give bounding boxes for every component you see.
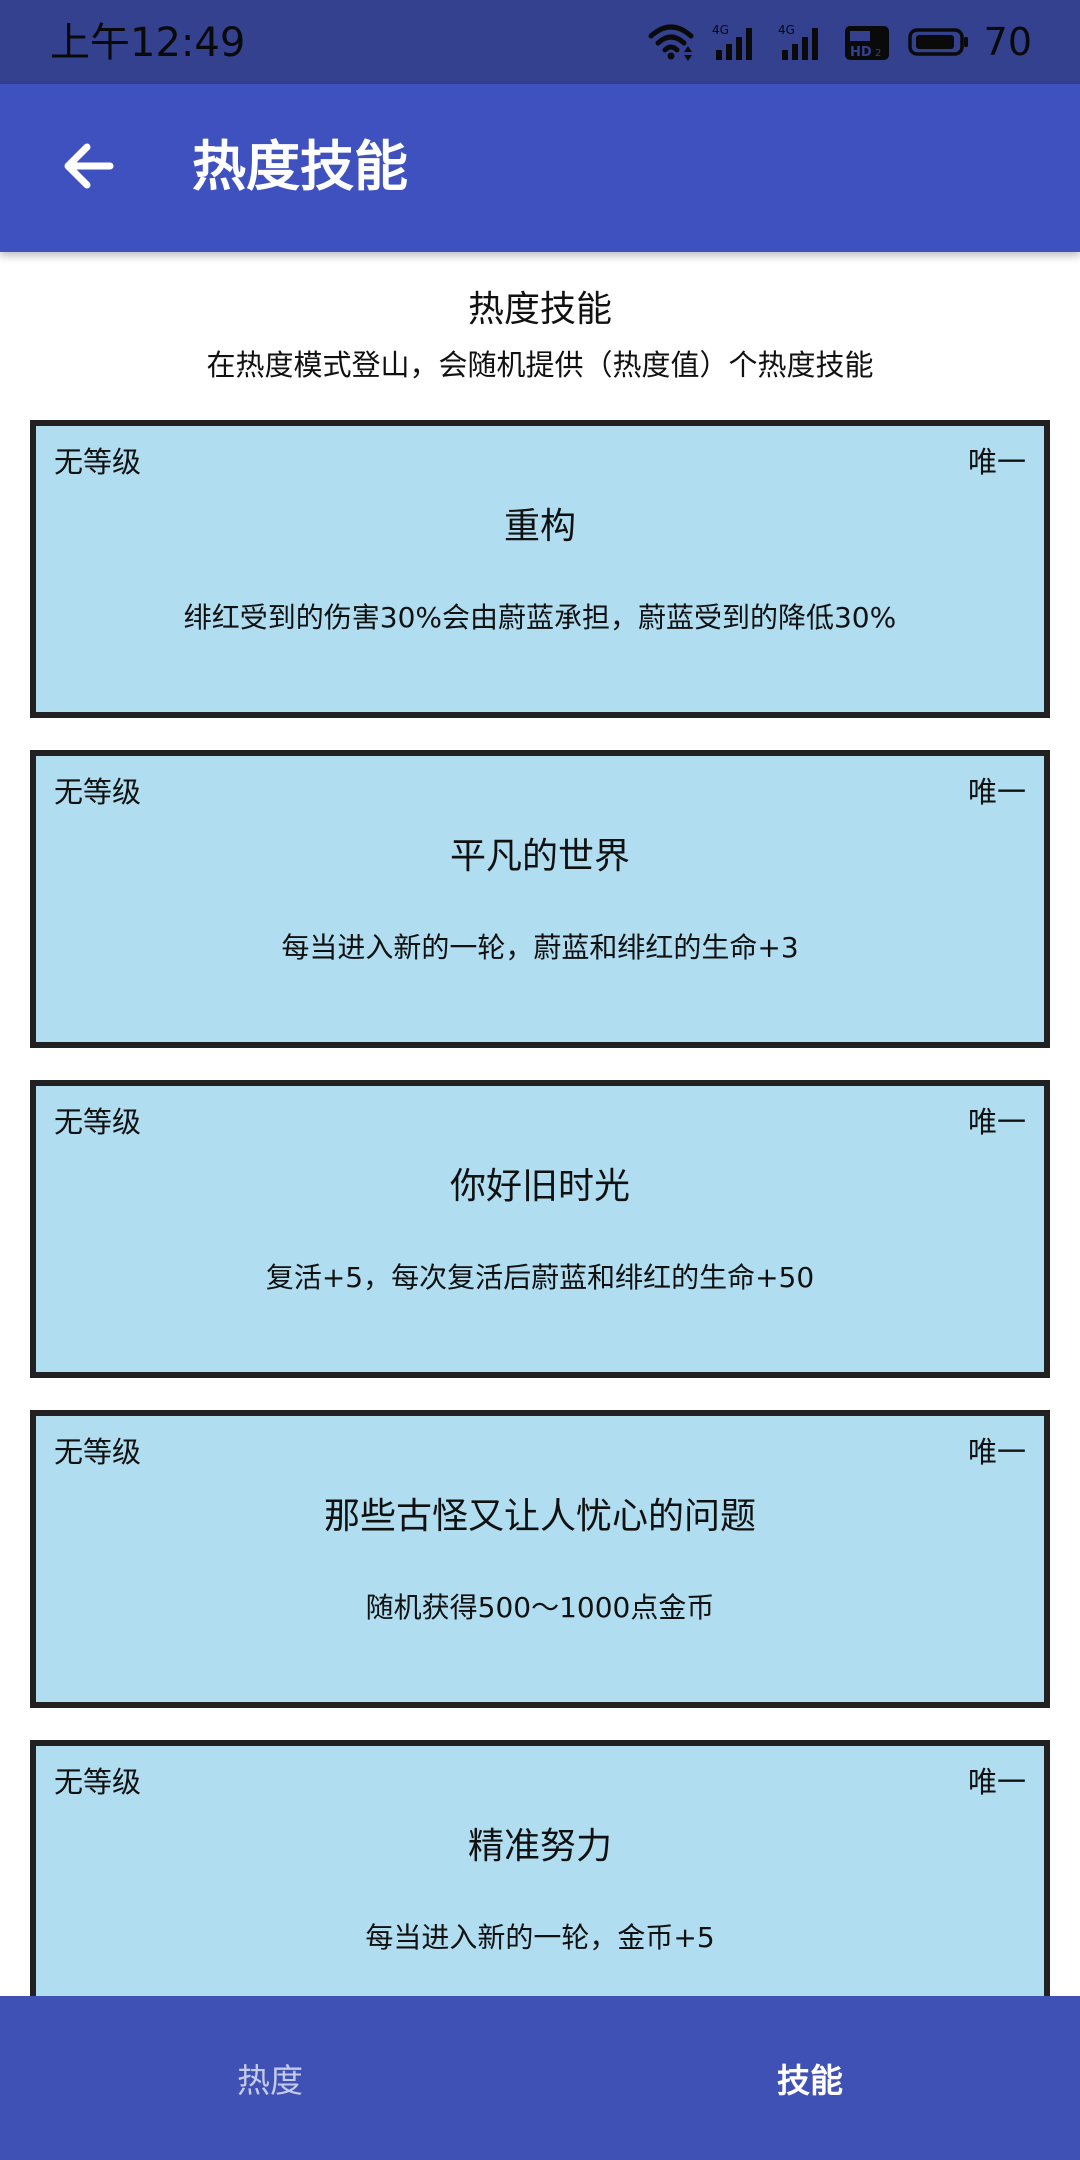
skill-description: 随机获得500～1000点金币 — [365, 1591, 715, 1624]
page-title: 热度技能 — [192, 135, 408, 198]
skill-level: 无等级 — [54, 1435, 142, 1469]
skill-tag: 唯一 — [967, 1765, 1026, 1799]
wifi-icon — [648, 22, 694, 62]
skill-description: 复活+5，每次复活后蔚蓝和绯红的生命+50 — [265, 1261, 815, 1294]
tab-heat[interactable]: 热度 — [0, 1996, 540, 2160]
section-heading: 热度技能 — [467, 289, 612, 330]
skill-tag: 唯一 — [967, 1105, 1026, 1139]
svg-text:HD: HD — [850, 45, 872, 60]
skill-card[interactable]: 无等级 唯一 重构 绯红受到的伤害30%会由蔚蓝承担，蔚蓝受到的降低30% — [30, 420, 1050, 718]
svg-text:4G: 4G — [712, 23, 729, 37]
skill-tag: 唯一 — [967, 1435, 1026, 1469]
battery-level: 70 — [983, 20, 1032, 64]
skill-name: 平凡的世界 — [449, 836, 630, 877]
skill-card[interactable]: 无等级 唯一 精准努力 每当进入新的一轮，金币+5 — [30, 1740, 1050, 1996]
signal-4g-icon: 4G — [712, 22, 760, 62]
svg-text:4G: 4G — [778, 23, 795, 37]
skill-level: 无等级 — [54, 1765, 142, 1799]
signal-4g-icon: 4G — [778, 22, 826, 62]
status-icons: 4G 4G HD 2 70 — [648, 18, 1032, 66]
skill-name: 重构 — [503, 506, 576, 547]
skill-list-content[interactable]: 热度技能 在热度模式登山，会随机提供（热度值）个热度技能 无等级 唯一 重构 绯… — [0, 252, 1080, 1996]
skill-card[interactable]: 无等级 唯一 你好旧时光 复活+5，每次复活后蔚蓝和绯红的生命+50 — [30, 1080, 1050, 1378]
skill-name: 精准努力 — [467, 1826, 612, 1867]
skill-description: 每当进入新的一轮，金币+5 — [365, 1921, 715, 1954]
status-bar: 上午12:49 4G 4G HD 2 70 — [0, 0, 1080, 84]
battery-icon — [907, 26, 970, 58]
tab-skills[interactable]: 技能 — [540, 1996, 1080, 2160]
app-bar: 热度技能 — [0, 84, 1080, 252]
svg-text:2: 2 — [875, 48, 881, 59]
bottom-nav: 热度 技能 — [0, 1996, 1080, 2160]
skill-card[interactable]: 无等级 唯一 那些古怪又让人忧心的问题 随机获得500～1000点金币 — [30, 1410, 1050, 1708]
skill-level: 无等级 — [54, 775, 142, 809]
skill-level: 无等级 — [54, 445, 142, 479]
status-time: 上午12:49 — [50, 20, 246, 66]
skill-card[interactable]: 无等级 唯一 平凡的世界 每当进入新的一轮，蔚蓝和绯红的生命+3 — [30, 750, 1050, 1048]
skill-level: 无等级 — [54, 1105, 142, 1139]
arrow-left-icon — [60, 138, 116, 198]
section-subtitle: 在热度模式登山，会随机提供（热度值）个热度技能 — [206, 348, 874, 382]
skill-tag: 唯一 — [967, 775, 1026, 809]
skill-tag: 唯一 — [967, 445, 1026, 479]
skill-description: 绯红受到的伤害30%会由蔚蓝承担，蔚蓝受到的降低30% — [183, 601, 897, 634]
skill-name: 那些古怪又让人忧心的问题 — [323, 1496, 756, 1537]
back-button[interactable] — [40, 120, 136, 216]
hd-icon: HD 2 — [844, 22, 890, 62]
skill-description: 每当进入新的一轮，蔚蓝和绯红的生命+3 — [281, 931, 799, 964]
skill-name: 你好旧时光 — [449, 1166, 630, 1207]
